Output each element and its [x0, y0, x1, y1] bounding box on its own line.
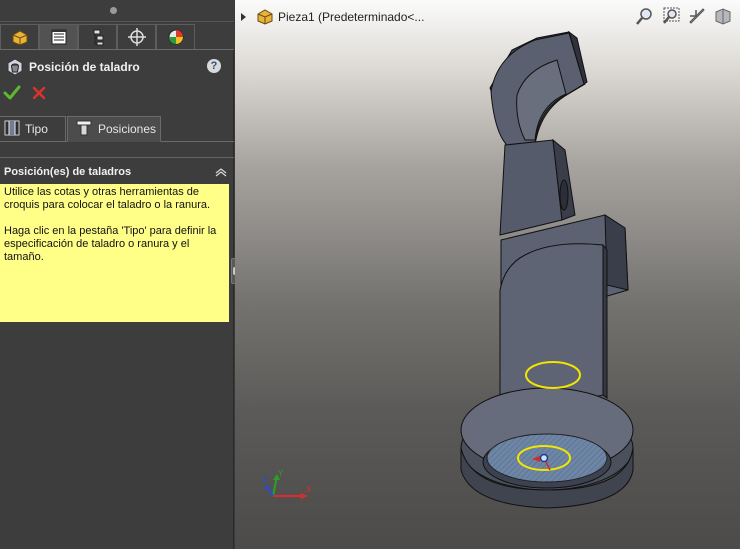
hole-type-icon — [3, 119, 21, 140]
tab-positions-label: Posiciones — [98, 122, 157, 136]
close-icon — [32, 86, 46, 100]
instruction-message: Utilice las cotas y otras herramientas d… — [0, 184, 229, 322]
graphics-area[interactable]: Pieza1 (Predeterminado<... X Y Z — [235, 0, 740, 549]
feature-manager-icon — [12, 30, 27, 46]
tab-type-label: Tipo — [25, 122, 48, 136]
tab-dimxpert-manager[interactable] — [117, 24, 156, 49]
cancel-button[interactable] — [30, 84, 48, 102]
property-manager-panel: Posición de taladro ? Tipo Posiciones Po… — [0, 0, 234, 549]
section-view-button[interactable] — [712, 6, 734, 26]
check-icon — [3, 85, 21, 100]
part-icon — [256, 7, 274, 28]
panel-grip[interactable] — [0, 0, 234, 22]
z-axis-label: Z — [262, 475, 268, 484]
hole-subtabs: Tipo Posiciones — [0, 114, 234, 142]
tab-configuration-manager[interactable] — [78, 24, 117, 49]
help-icon[interactable]: ? — [207, 59, 221, 73]
previous-view-icon — [689, 8, 705, 24]
tab-feature-manager[interactable] — [0, 24, 39, 49]
x-axis-label: X — [306, 485, 311, 494]
zoom-to-area-icon — [663, 7, 680, 24]
chevron-up-icon[interactable] — [215, 166, 227, 180]
section-view-icon — [715, 8, 731, 25]
part-model[interactable] — [235, 0, 740, 549]
part-name[interactable]: Pieza1 (Predeterminado<... — [278, 10, 424, 24]
tab-property-manager[interactable] — [39, 24, 78, 49]
tab-display-manager[interactable] — [156, 24, 195, 49]
property-manager-header: Posición de taladro ? — [0, 54, 234, 80]
message-paragraph-2: Haga clic en la pestaña 'Tipo' para defi… — [4, 225, 217, 263]
configuration-manager-icon — [93, 29, 103, 46]
hole-positions-group-header[interactable]: Posición(es) de taladros — [0, 157, 234, 183]
property-manager-icon — [51, 29, 66, 45]
hole-wizard-icon — [5, 57, 25, 80]
zoom-to-fit-button[interactable] — [634, 6, 656, 26]
ok-button[interactable] — [3, 84, 21, 102]
appearance-icon — [168, 29, 183, 45]
heads-up-view-toolbar — [634, 6, 734, 28]
expand-arrow-icon[interactable] — [241, 13, 246, 21]
feature-tree-root[interactable]: Pieza1 (Predeterminado<... — [241, 8, 424, 26]
hole-position-icon — [76, 119, 92, 140]
manager-tab-bar — [0, 23, 234, 50]
zoom-to-fit-icon — [636, 8, 652, 25]
group-title: Posición(es) de taladros — [4, 166, 132, 178]
sketch-point[interactable] — [539, 453, 549, 463]
y-axis-label: Y — [277, 470, 283, 478]
dimxpert-icon — [127, 28, 146, 46]
zoom-to-area-button[interactable] — [660, 6, 682, 26]
message-paragraph-1: Utilice las cotas y otras herramientas d… — [4, 186, 211, 211]
previous-view-button[interactable] — [686, 6, 708, 26]
property-manager-title: Posición de taladro — [29, 60, 140, 74]
reference-triad: X Y Z — [262, 470, 311, 499]
tab-positions[interactable]: Posiciones — [67, 116, 161, 142]
grip-dot — [110, 7, 117, 14]
tab-type[interactable]: Tipo — [0, 116, 66, 142]
